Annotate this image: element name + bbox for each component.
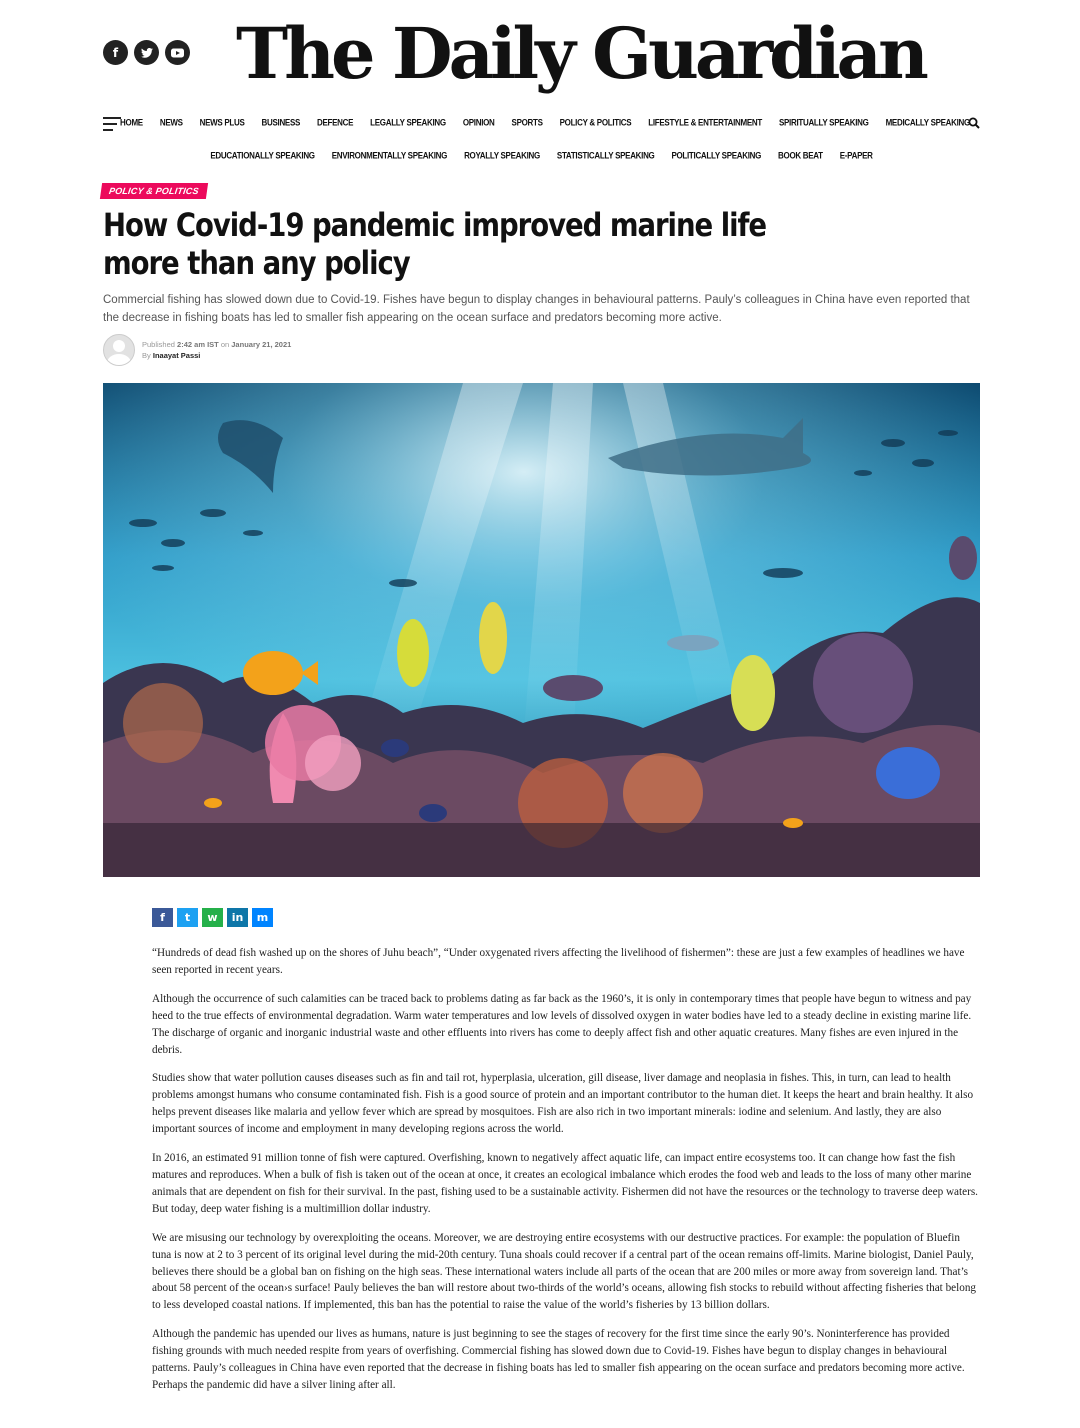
author-block: Published 2:42 am IST on January 21, 202… <box>103 334 291 366</box>
nav-item-book-beat[interactable]: BOOK BEAT <box>778 150 823 160</box>
published-date: January 21, 2021 <box>231 340 292 349</box>
article-title: How Covid-19 pandemic improved marine li… <box>103 206 767 282</box>
hero-image <box>103 383 980 877</box>
avatar[interactable] <box>103 334 135 366</box>
nav-item-business[interactable]: BUSINESS <box>262 117 301 127</box>
nav-item-defence[interactable]: DEFENCE <box>317 117 353 127</box>
twitter-share-icon[interactable]: t <box>177 908 198 927</box>
menu-icon[interactable] <box>103 117 121 135</box>
author-name[interactable]: Inaayat Passi <box>153 351 201 360</box>
primary-nav: HOME NEWS NEWS PLUS BUSINESS DEFENCE LEGALLY … <box>120 117 970 127</box>
article-paragraph: We are misusing our technology by overex… <box>152 1231 977 1312</box>
nav-item-sports[interactable]: SPORTS <box>512 117 543 127</box>
article-paragraph: Studies show that water pollution causes… <box>152 1072 974 1136</box>
published-on: on <box>220 340 230 349</box>
category-badge[interactable]: POLICY & POLITICS <box>99 183 208 199</box>
facebook-share-icon[interactable]: f <box>152 908 173 927</box>
article-paragraph: Although the pandemic has upended our li… <box>152 1328 965 1391</box>
published-prefix: Published <box>142 340 175 349</box>
nav-item-royally-speaking[interactable]: ROYALLY SPEAKING <box>464 150 540 160</box>
publish-meta: Published 2:42 am IST on January 21, 202… <box>142 339 291 361</box>
nav-item-opinion[interactable]: OPINION <box>463 117 495 127</box>
whatsapp-share-icon[interactable]: w <box>202 908 223 927</box>
nav-item-policy-and-politics[interactable]: POLICY & POLITICS <box>560 117 632 127</box>
nav-item-medically-speaking[interactable]: MEDICALLY SPEAKING <box>886 117 971 127</box>
nav-item-lifestyle-and-entertainment[interactable]: LIFESTYLE & ENTERTAINMENT <box>648 117 762 127</box>
nav-item-legally-speaking[interactable]: LEGALLY SPEAKING <box>370 117 446 127</box>
article-paragraph: Although the occurrence of such calamiti… <box>152 992 972 1056</box>
nav-item-news[interactable]: NEWS <box>160 117 183 127</box>
nav-item-educationally-speaking[interactable]: EDUCATIONALLY SPEAKING <box>210 150 315 160</box>
article-summary: Commercial fishing has slowed down due t… <box>103 294 970 324</box>
nav-item-home[interactable]: HOME <box>120 117 143 127</box>
nav-item-statistically-speaking[interactable]: STATISTICALLY SPEAKING <box>557 150 655 160</box>
facebook-icon[interactable]: f <box>103 40 128 65</box>
search-icon[interactable] <box>968 117 980 129</box>
article-paragraph: “Hundreds of dead fish washed up on the … <box>152 947 965 976</box>
by-label: By <box>142 351 151 360</box>
youtube-icon[interactable] <box>165 40 190 65</box>
social-links: f <box>103 40 190 65</box>
twitter-icon[interactable] <box>134 40 159 65</box>
nav-item-politically-speaking[interactable]: POLITICALLY SPEAKING <box>671 150 761 160</box>
site-logo[interactable]: The Daily Guardian <box>236 6 929 102</box>
nav-item-news-plus[interactable]: NEWS PLUS <box>200 117 245 127</box>
published-time: 2:42 am IST <box>177 340 219 349</box>
nav-item-environmentally-speaking[interactable]: ENVIRONMENTALLY SPEAKING <box>332 150 448 160</box>
nav-item-e-paper[interactable]: E-PAPER <box>840 150 873 160</box>
secondary-nav: EDUCATIONALLY SPEAKING ENVIRONMENTALLY SP… <box>103 150 980 160</box>
article-paragraph: In 2016, an estimated 91 million tonne o… <box>152 1152 978 1215</box>
article-body: “Hundreds of dead fish washed up on the … <box>152 945 982 1406</box>
linkedin-share-icon[interactable]: in <box>227 908 248 927</box>
share-bar: f t w in m <box>152 908 273 927</box>
nav-item-spiritually-speaking[interactable]: SPIRITUALLY SPEAKING <box>779 117 869 127</box>
messenger-share-icon[interactable]: m <box>252 908 273 927</box>
